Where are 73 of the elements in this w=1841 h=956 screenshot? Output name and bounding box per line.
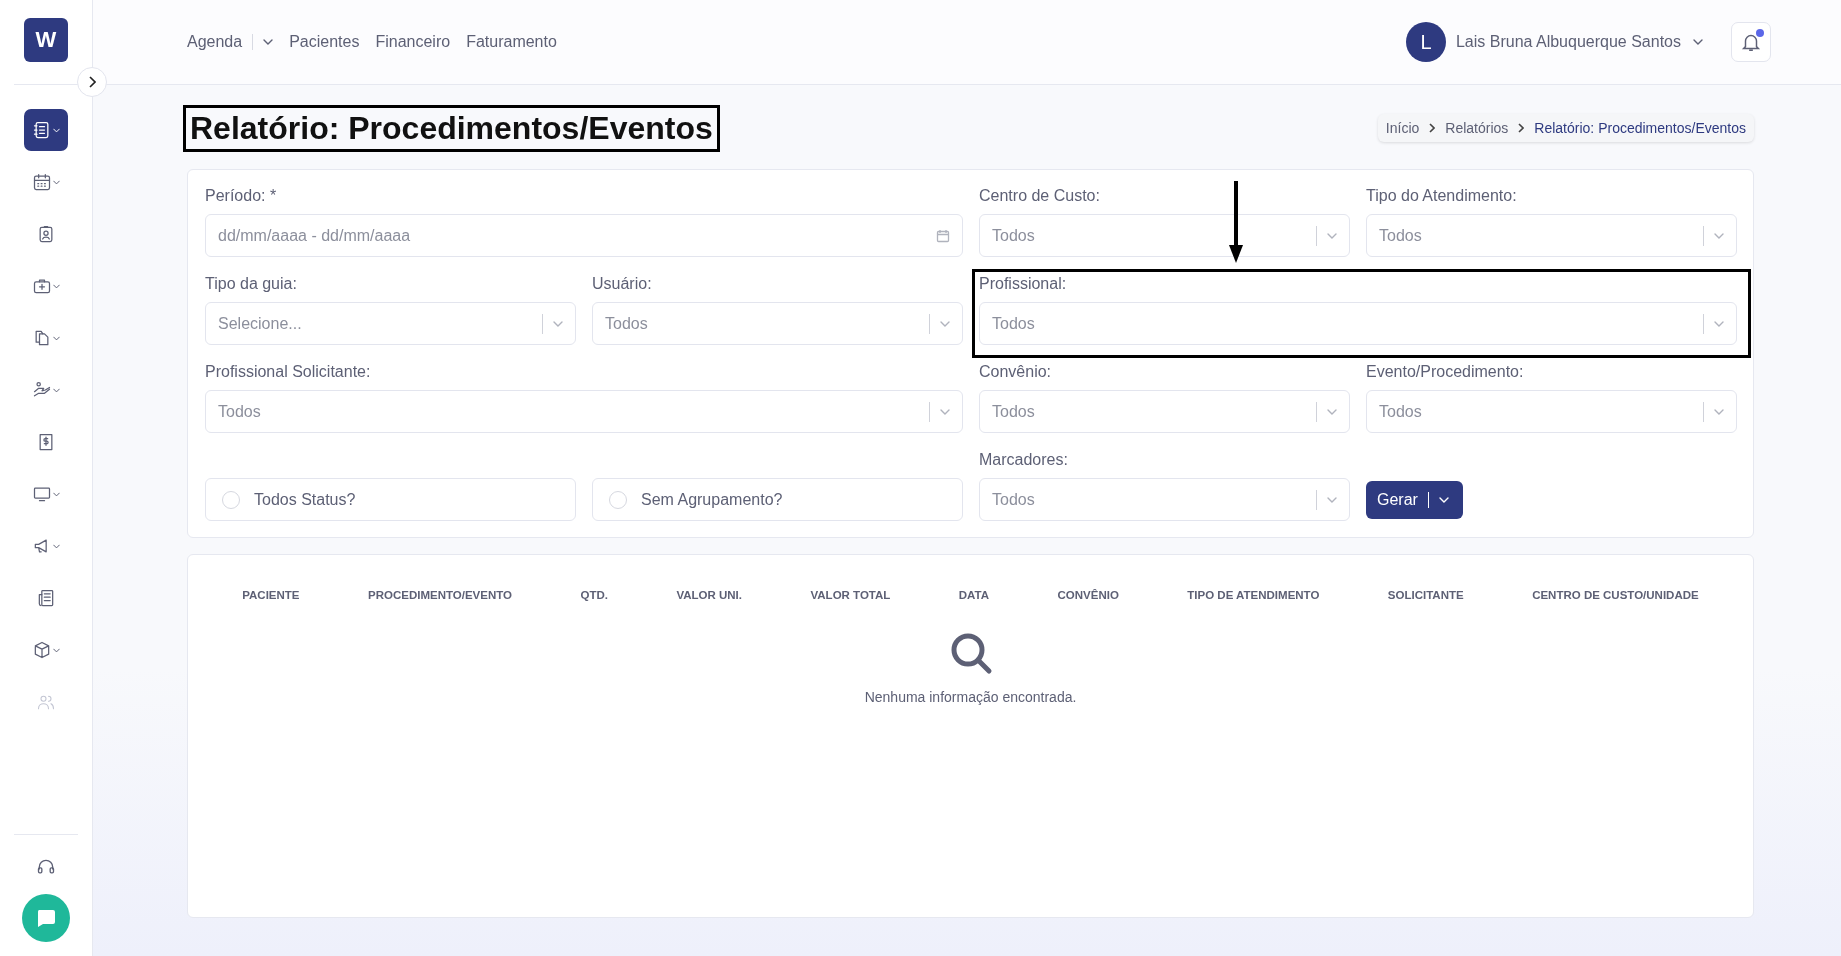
caret-icon bbox=[1714, 408, 1724, 415]
column-header: VALOR TOTAL bbox=[810, 589, 891, 601]
generate-button[interactable]: Gerar bbox=[1366, 481, 1463, 519]
select-field[interactable]: Todos bbox=[979, 302, 1737, 345]
checkbox-option[interactable]: Sem Agrupamento? bbox=[592, 478, 963, 521]
checkbox-option[interactable]: Todos Status? bbox=[205, 478, 576, 521]
chevron-icon bbox=[1429, 123, 1436, 133]
user-avatar: L bbox=[1405, 22, 1446, 62]
empty-message: Nenhuma informação encontrada. bbox=[864, 689, 1077, 705]
caret-icon bbox=[1714, 320, 1724, 327]
select-field[interactable]: Todos bbox=[1366, 390, 1737, 433]
select-field[interactable]: Todos bbox=[979, 478, 1350, 521]
field-label: Profissional: bbox=[979, 274, 1068, 294]
column-header: CONVÊNIO bbox=[1057, 589, 1119, 601]
field-label: Período: * bbox=[205, 186, 278, 206]
field-label: Marcadores: bbox=[979, 450, 1069, 470]
caret-icon bbox=[1327, 408, 1337, 415]
page-title: Relatório: Procedimentos/Eventos bbox=[183, 104, 720, 152]
caret-icon bbox=[53, 647, 60, 653]
caret-icon bbox=[53, 335, 60, 341]
user-menu[interactable]: Lais Bruna Albuquerque Santos bbox=[1455, 33, 1703, 51]
nav-link[interactable]: Agenda bbox=[187, 33, 274, 51]
nav-link[interactable]: Financeiro bbox=[375, 33, 451, 51]
caret-icon bbox=[1438, 497, 1449, 503]
caret-icon bbox=[53, 283, 60, 289]
caret-icon bbox=[53, 179, 60, 185]
caret-icon bbox=[940, 408, 950, 415]
chevron-icon bbox=[1518, 123, 1525, 133]
date-range-field[interactable]: dd/mm/aaaa - dd/mm/aaaa bbox=[205, 214, 963, 257]
caret-icon bbox=[1327, 232, 1337, 239]
field-label: Profissional Solicitante: bbox=[205, 362, 372, 382]
select-field[interactable]: Selecione... bbox=[205, 302, 576, 345]
field-label: Evento/Procedimento: bbox=[1366, 362, 1525, 382]
app-logo[interactable]: W bbox=[24, 18, 68, 62]
select-field[interactable]: Todos bbox=[979, 214, 1350, 257]
select-field[interactable]: Todos bbox=[205, 390, 963, 433]
select-field[interactable]: Todos bbox=[1366, 214, 1737, 257]
column-header: DATA bbox=[958, 589, 990, 601]
chat-button[interactable] bbox=[22, 894, 70, 942]
sidebar-item[interactable] bbox=[24, 109, 68, 151]
field-label: Usuário: bbox=[592, 274, 653, 294]
chevron-icon bbox=[88, 76, 96, 88]
caret-icon bbox=[263, 39, 274, 45]
nav-link[interactable]: Pacientes bbox=[289, 33, 360, 51]
breadcrumb-link[interactable]: Início bbox=[1385, 120, 1420, 136]
expand-sidebar-button[interactable] bbox=[77, 67, 107, 97]
select-field[interactable]: Todos bbox=[592, 302, 963, 345]
caret-icon bbox=[53, 543, 60, 549]
caret-icon bbox=[53, 491, 60, 497]
field-label: Convênio: bbox=[979, 362, 1053, 382]
column-header: PROCEDIMENTO/EVENTO bbox=[368, 589, 512, 601]
column-header: TIPO DE ATENDIMENTO bbox=[1187, 589, 1320, 601]
caret-icon bbox=[1693, 39, 1703, 45]
caret-icon bbox=[1327, 496, 1337, 503]
column-header: QTD. bbox=[580, 589, 608, 601]
caret-icon bbox=[53, 387, 60, 393]
calendar-icon bbox=[936, 228, 950, 243]
caret-icon bbox=[53, 127, 60, 133]
field-label: Tipo da guia: bbox=[205, 274, 298, 294]
field-label: Tipo do Atendimento: bbox=[1366, 186, 1518, 206]
column-header: PACIENTE bbox=[242, 589, 300, 601]
select-field[interactable]: Todos bbox=[979, 390, 1350, 433]
field-label: Centro de Custo: bbox=[979, 186, 1101, 206]
column-header: VALOR UNI. bbox=[676, 589, 742, 601]
caret-icon bbox=[1714, 232, 1724, 239]
caret-icon bbox=[940, 320, 950, 327]
caret-icon bbox=[553, 320, 563, 327]
column-header: CENTRO DE CUSTO/UNIDADE bbox=[1532, 589, 1699, 601]
breadcrumb-link[interactable]: Relatórios bbox=[1445, 120, 1509, 136]
notification-button[interactable] bbox=[1731, 22, 1771, 62]
column-header: SOLICITANTE bbox=[1387, 589, 1464, 601]
nav-link[interactable]: Faturamento bbox=[466, 33, 557, 51]
breadcrumb-link[interactable]: Relatório: Procedimentos/Eventos bbox=[1534, 120, 1746, 136]
